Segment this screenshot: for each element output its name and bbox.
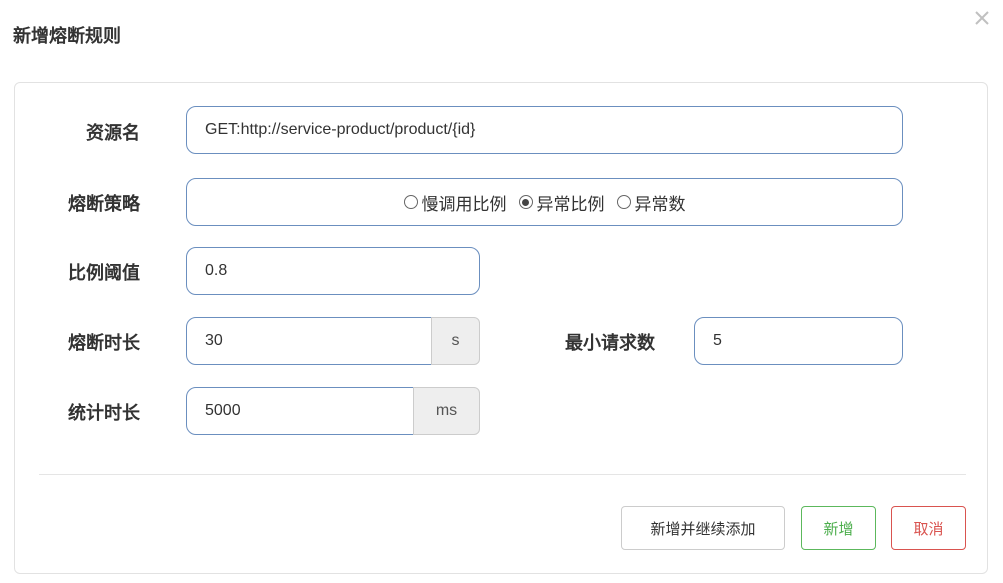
- stat-interval-unit: ms: [413, 387, 480, 435]
- ratio-input[interactable]: [186, 247, 480, 295]
- resource-label: 资源名: [86, 123, 140, 144]
- add-continue-button[interactable]: 新增并继续添加: [621, 506, 785, 550]
- radio-exception-ratio[interactable]: 异常比例: [518, 190, 605, 215]
- radio-exception-count-label: 异常数: [634, 194, 686, 215]
- radio-slow-ratio-circle[interactable]: [403, 195, 418, 209]
- duration-unit: s: [431, 317, 480, 365]
- dialog-title: 新增熔断规则: [13, 26, 121, 47]
- stat-interval-label: 统计时长: [68, 403, 140, 424]
- radio-exception-ratio-label: 异常比例: [536, 194, 605, 215]
- radio-exception-count[interactable]: 异常数: [616, 190, 686, 215]
- min-requests-input[interactable]: [694, 317, 903, 365]
- close-icon[interactable]: [972, 8, 992, 28]
- min-requests-label: 最小请求数: [565, 333, 655, 354]
- footer-divider: [39, 474, 966, 475]
- duration-input[interactable]: [186, 317, 432, 365]
- radio-exception-ratio-circle[interactable]: [518, 195, 533, 209]
- radio-slow-ratio[interactable]: 慢调用比例: [403, 190, 507, 215]
- strategy-radio-group: 慢调用比例 异常比例 异常数: [186, 178, 903, 226]
- add-button[interactable]: 新增: [801, 506, 876, 550]
- duration-label: 熔断时长: [68, 333, 140, 354]
- radio-exception-count-circle[interactable]: [616, 195, 631, 209]
- cancel-button[interactable]: 取消: [891, 506, 966, 550]
- ratio-label: 比例阈值: [68, 263, 140, 284]
- stat-interval-input[interactable]: [186, 387, 414, 435]
- radio-slow-ratio-label: 慢调用比例: [421, 194, 507, 215]
- resource-input[interactable]: [186, 106, 903, 154]
- strategy-label: 熔断策略: [68, 194, 140, 215]
